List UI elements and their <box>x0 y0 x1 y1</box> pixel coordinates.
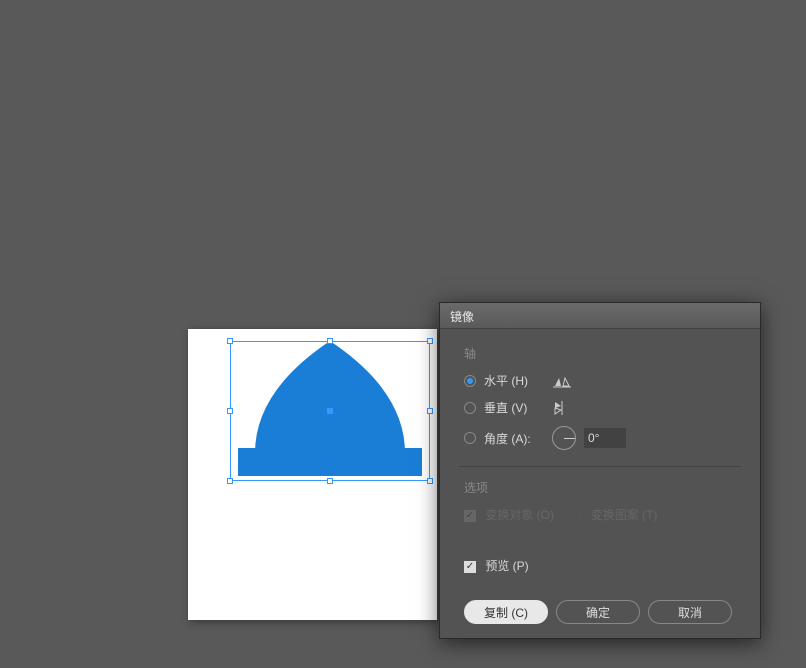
vertical-label[interactable]: 垂直 (V) <box>484 399 544 416</box>
transform-patterns-label: 变换图案 (T) <box>591 508 658 522</box>
ok-button[interactable]: 确定 <box>556 600 640 624</box>
vertical-radio[interactable] <box>464 402 476 414</box>
options-section-label: 选项 <box>464 479 742 496</box>
divider <box>458 466 742 467</box>
dialog-titlebar[interactable]: 镜像 <box>440 303 760 329</box>
artwork-arch-shape[interactable] <box>255 341 405 453</box>
preview-label[interactable]: 预览 (P) <box>485 559 528 573</box>
preview-checkbox[interactable] <box>464 561 476 573</box>
angle-radio[interactable] <box>464 432 476 444</box>
copy-button[interactable]: 复制 (C) <box>464 600 548 624</box>
artwork-rect-shape[interactable] <box>238 448 422 476</box>
transform-objects-checkbox <box>464 510 476 522</box>
cancel-button[interactable]: 取消 <box>648 600 732 624</box>
angle-label[interactable]: 角度 (A): <box>484 430 544 447</box>
reflect-dialog: 镜像 轴 水平 (H) 垂直 (V) <box>439 302 761 639</box>
angle-widget[interactable] <box>552 426 576 450</box>
horizontal-radio[interactable] <box>464 375 476 387</box>
angle-input[interactable] <box>584 428 626 448</box>
horizontal-reflect-icon <box>552 373 572 389</box>
vertical-reflect-icon <box>552 400 572 416</box>
transform-objects-label: 变换对象 (O) <box>485 508 554 522</box>
axis-section-label: 轴 <box>464 345 742 362</box>
transform-patterns-checkbox <box>569 510 581 522</box>
dialog-title: 镜像 <box>450 310 474 324</box>
horizontal-label[interactable]: 水平 (H) <box>484 372 544 389</box>
